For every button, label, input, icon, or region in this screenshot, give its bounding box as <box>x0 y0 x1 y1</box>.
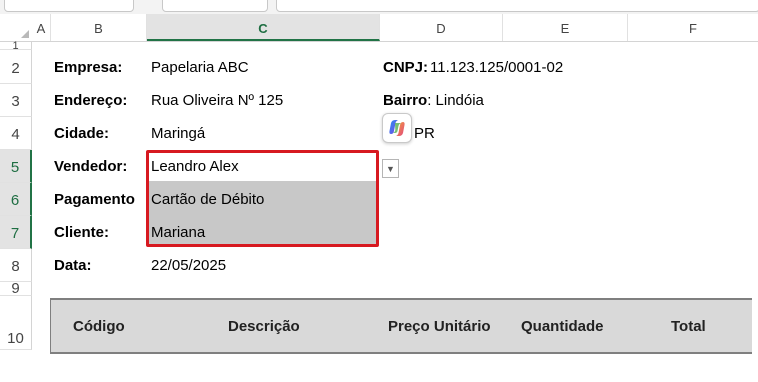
cnpj-value[interactable]: 11.123.125/0001-02 <box>430 59 563 76</box>
empresa-label: Empresa: <box>54 59 123 76</box>
uf-value[interactable]: PR <box>414 125 435 142</box>
header-descricao[interactable]: Descrição <box>228 318 300 335</box>
formula-input[interactable] <box>276 0 758 12</box>
row-header-4[interactable]: 4 <box>0 117 32 150</box>
column-header-f[interactable]: F <box>628 14 758 41</box>
copilot-icon[interactable] <box>382 113 412 143</box>
cliente-value[interactable]: Mariana <box>151 224 205 241</box>
bairro-label: Bairro <box>383 92 428 109</box>
column-header-c[interactable]: C <box>147 14 380 41</box>
row-header-7[interactable]: 7 <box>0 216 32 249</box>
bairro-value: : Lindóia <box>427 92 484 109</box>
header-total[interactable]: Total <box>671 318 706 335</box>
column-header-e[interactable]: E <box>503 14 628 41</box>
row-header-5[interactable]: 5 <box>0 150 32 183</box>
bairro-cell[interactable]: Bairro: Lindóia <box>383 92 484 110</box>
cnpj-label: CNPJ: <box>383 59 429 76</box>
data-value[interactable]: 22/05/2025 <box>151 257 226 274</box>
cliente-label: Cliente: <box>54 224 110 241</box>
vendedor-value[interactable]: Leandro Alex <box>151 158 239 175</box>
name-box[interactable] <box>4 0 134 12</box>
row-header-3[interactable]: 3 <box>0 84 32 117</box>
cidade-value[interactable]: Maringá <box>151 125 205 142</box>
row-header-2[interactable]: 2 <box>0 50 32 84</box>
data-label: Data: <box>54 257 92 274</box>
cidade-label: Cidade: <box>54 125 110 142</box>
column-header-d[interactable]: D <box>380 14 503 41</box>
header-preco-unitario[interactable]: Preço Unitário <box>388 318 491 335</box>
pagamento-label: Pagamento <box>54 191 135 208</box>
column-header-b[interactable]: B <box>51 14 147 41</box>
header-quantidade[interactable]: Quantidade <box>521 318 604 335</box>
items-table-header: Código Descrição Preço Unitário Quantida… <box>50 298 752 354</box>
row-header-9[interactable]: 9 <box>0 281 32 296</box>
dropdown-arrow-icon[interactable]: ▼ <box>382 159 399 178</box>
row-header-6[interactable]: 6 <box>0 183 32 216</box>
row-header-1[interactable]: 1 <box>0 41 32 52</box>
formula-controls[interactable] <box>162 0 268 12</box>
vendedor-label: Vendedor: <box>54 158 128 175</box>
endereco-label: Endereço: <box>54 92 128 109</box>
header-codigo[interactable]: Código <box>73 318 125 335</box>
column-header-a[interactable]: A <box>32 14 51 41</box>
endereco-value[interactable]: Rua Oliveira Nº 125 <box>151 92 283 109</box>
pagamento-value[interactable]: Cartão de Débito <box>151 191 264 208</box>
select-all-corner[interactable] <box>0 14 33 42</box>
empresa-value[interactable]: Papelaria ABC <box>151 59 249 76</box>
row-header-10[interactable]: 10 <box>0 296 32 350</box>
column-header-bar: A B C D E F <box>32 14 758 42</box>
row-header-8[interactable]: 8 <box>0 249 32 282</box>
